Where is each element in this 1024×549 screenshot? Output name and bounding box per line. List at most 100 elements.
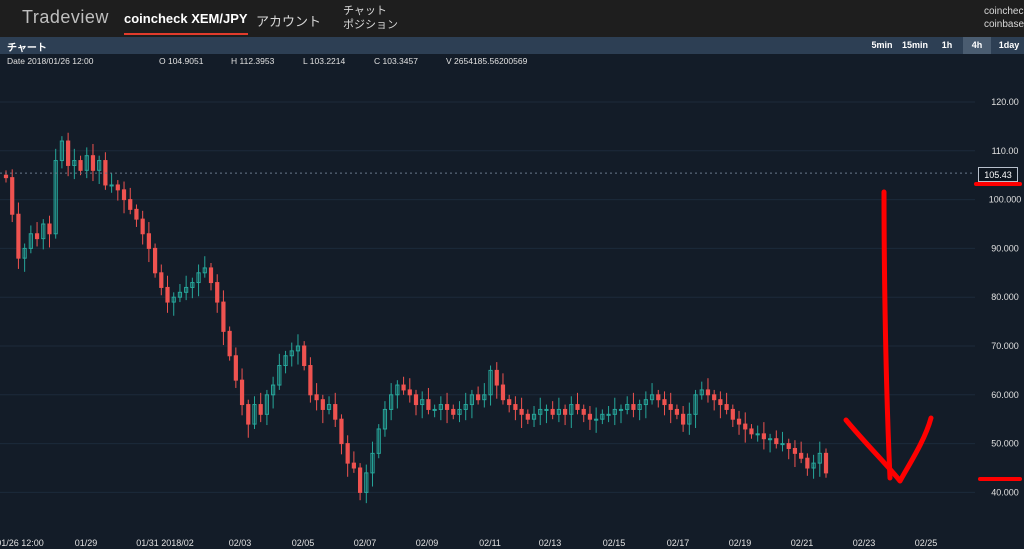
candle-body [121,189,127,201]
candle-body [320,399,325,410]
x-tick-label: 02/13 [539,538,562,548]
candle-body [90,155,96,171]
candle-body [724,404,729,410]
candle-body [109,184,114,187]
candle-body [165,286,170,303]
app-logo[interactable]: Tradeview [22,7,109,28]
candle-body [432,408,437,411]
candle-body [544,408,549,411]
candle-body [631,404,636,410]
candle-body [345,443,350,464]
candle-body [575,404,580,410]
x-tick-label: 02/17 [667,538,690,548]
red-arrow-shaft [881,189,893,481]
candle-body [152,247,158,274]
y-tick-label: 70.000 [991,341,1019,351]
candle-body [662,399,667,406]
tab-position-label: ポジション [343,19,398,31]
candle-body [606,413,611,416]
y-tick-label: 50.000 [991,439,1019,449]
x-tick-label: 02/03 [229,538,252,548]
candle-body [786,443,791,449]
y-tick-label: 100.000 [989,195,1022,205]
user-line-1: coincheck [984,6,1024,17]
timeframe-1h-button[interactable]: 1h [934,37,960,54]
user-info: coincheck coinbase [984,5,1024,31]
candle-body [426,399,431,410]
candle-body [258,404,263,415]
x-tick-label: 02/19 [729,538,752,548]
y-axis: 120.00 110.00 100.000 90.000 80.000 70.000 60.… [989,97,1022,497]
candle-body [656,394,661,401]
candle-body [10,177,15,215]
candle-body [47,223,52,235]
candle-body [761,433,766,440]
tab-account[interactable]: アカウント [256,11,321,30]
y-tick-label: 40.000 [991,487,1019,497]
x-tick-label: 02/21 [791,538,814,548]
x-tick-label: 01/29 [75,538,98,548]
candle-body [674,408,680,415]
candle-body [227,330,232,357]
chart-title: チャート [7,43,47,54]
x-tick-label: 02/23 [853,538,876,548]
candle-body [221,301,226,332]
candle-body [755,433,760,436]
candle-body [134,208,139,220]
candle-body [562,408,568,415]
chart-header-bar: チャート 5min 15min 1h 4h 1day [0,37,1024,54]
candle-body [239,379,245,406]
candle-body [792,447,798,454]
ohlc-high: H 112.3953 [231,56,275,66]
candles-group [3,132,829,504]
candle-body [712,394,717,401]
candle-body [159,272,164,288]
y-tick-label: 60.000 [991,390,1019,400]
ohlc-close: C 103.3457 [374,56,418,66]
ohlc-info-bar: Date 2018/01/26 12:00 O 104.9051 H 112.3… [0,54,1024,68]
candle-body [730,408,735,420]
current-price-label: 105.43 [978,167,1018,182]
candle-body [444,404,450,410]
x-tick-label: 02/25 [915,538,938,548]
candle-body [401,384,406,391]
x-axis: 01/26 12:00 01/29 01/31 2018/02 02/03 02/05 0… [0,538,937,548]
candle-body [146,233,151,249]
x-tick-label: 01/31 2018/02 [136,538,194,548]
candle-body [519,408,524,415]
candle-body [215,282,220,303]
x-tick-label: 02/07 [354,538,377,548]
candle-body [233,355,238,381]
candle-body [246,404,251,425]
candle-body [314,394,319,401]
timeframe-5min-button[interactable]: 5min [866,37,898,54]
candle-body [78,160,83,171]
x-tick-label: 02/09 [416,538,439,548]
candle-body [823,452,829,474]
timeframe-4h-button[interactable]: 4h [963,37,991,54]
top-navigation-bar: Tradeview coincheck XEM/JPY アカウント チャット ポ… [0,0,1024,37]
x-tick-label: 01/26 12:00 [0,538,44,548]
timeframe-15min-button[interactable]: 15min [898,37,932,54]
candle-body [413,394,419,406]
candle-body [494,369,499,386]
y-tick-label: 80.000 [991,292,1019,302]
candlestick-chart[interactable]: 120.00 110.00 100.000 90.000 80.000 70.000 60.… [0,68,1024,549]
candle-body [705,389,711,396]
candle-body [34,233,40,240]
candle-body [668,404,673,410]
candle-body [357,467,363,493]
candle-body [3,174,9,179]
annotations-group [843,182,1022,484]
candle-body [718,399,723,406]
candle-body [550,408,555,415]
tab-coincheck-xem-jpy[interactable]: coincheck XEM/JPY [124,11,248,35]
candle-body [587,413,593,420]
timeframe-1day-button[interactable]: 1day [994,37,1024,54]
chart-grid [0,101,975,493]
tab-chat-position[interactable]: チャット ポジション [343,4,398,32]
user-line-2: coinbase [984,19,1024,30]
candle-body [128,199,133,210]
ohlc-volume: V 2654185.56200569 [446,56,528,66]
candle-body [743,423,748,430]
